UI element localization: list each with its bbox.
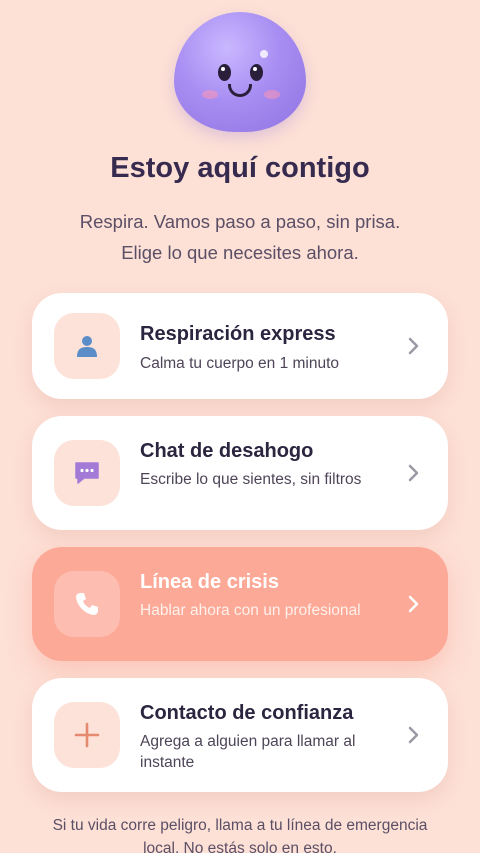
- option-chat-title: Chat de desahogo: [140, 440, 314, 462]
- mascot-smile: [228, 84, 252, 97]
- mascot-right-cheek: [264, 90, 280, 99]
- option-crisis-line-card[interactable]: Línea de crisis Hablar ahora con un prof…: [32, 547, 448, 661]
- phone-icon: [76, 593, 98, 615]
- option-crisis-desc: Hablar ahora con un profesional: [140, 602, 361, 619]
- option-contact-icon-box: [54, 702, 120, 768]
- option-trusted-contact-card[interactable]: Contacto de confianza Agrega a alguien p…: [32, 678, 448, 792]
- option-contact-title: Contacto de confianza: [140, 702, 354, 724]
- option-chat-desc: Escribe lo que sientes, sin filtros: [140, 471, 362, 488]
- chevron-right-icon: [408, 464, 419, 482]
- option-chat-card[interactable]: Chat de desahogo Escribe lo que sientes,…: [32, 416, 448, 530]
- subtitle-line-1: Respira. Vamos paso a paso, sin prisa.: [79, 211, 401, 232]
- chevron-right-icon: [408, 726, 419, 744]
- page-title: Estoy aquí contigo: [110, 152, 370, 184]
- mascot-left-cheek: [202, 90, 218, 99]
- option-crisis-title: Línea de crisis: [140, 571, 279, 593]
- option-breathing-title: Respiración express: [140, 323, 336, 345]
- mascot-right-eye: [250, 64, 263, 81]
- option-chat-icon-box: [54, 440, 120, 506]
- option-breathing-icon-box: [54, 313, 120, 379]
- chevron-right-icon: [408, 595, 419, 613]
- mascot-avatar: [174, 12, 306, 132]
- chevron-right-icon: [408, 337, 419, 355]
- option-breathing-card[interactable]: Respiración express Calma tu cuerpo en 1…: [32, 293, 448, 399]
- emergency-disclaimer: Si tu vida corre peligro, llama a tu lín…: [52, 817, 428, 853]
- mascot-left-eye: [218, 64, 231, 81]
- plus-icon: [74, 722, 100, 748]
- option-contact-desc: Agrega a alguien para llamar al instante: [140, 733, 356, 771]
- option-breathing-desc: Calma tu cuerpo en 1 minuto: [140, 355, 340, 372]
- subtitle-line-2: Elige lo que necesites ahora.: [121, 242, 359, 263]
- mascot-shine: [260, 50, 268, 58]
- page-subtitle: Respira. Vamos paso a paso, sin prisa. E…: [20, 206, 460, 268]
- chat-bubble-icon: [75, 462, 99, 484]
- option-crisis-icon-box: [54, 571, 120, 637]
- person-icon: [77, 336, 97, 357]
